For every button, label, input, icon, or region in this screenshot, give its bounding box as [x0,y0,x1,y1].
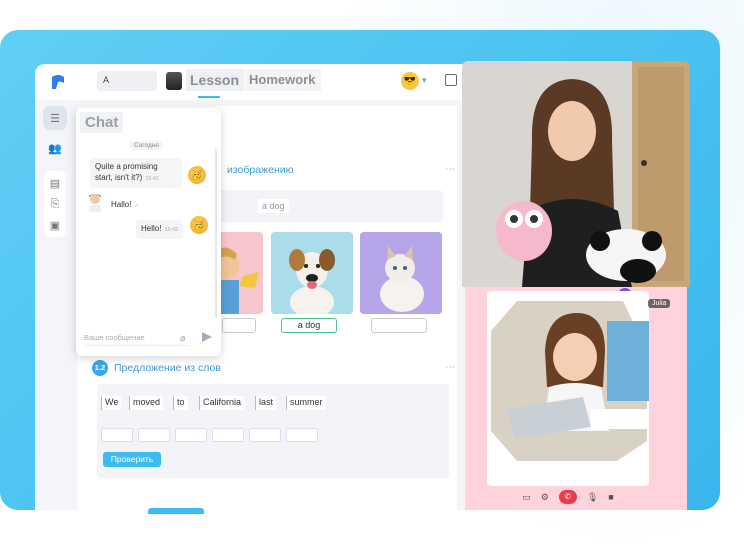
exercise2-title: Предложение из слов [114,362,221,374]
search-input[interactable]: А [97,71,157,91]
answer-field-3[interactable] [371,318,427,333]
message-time: ✓ [134,203,140,209]
chat-message: Hello! 15:42 [136,220,184,239]
next-button[interactable] [148,508,204,514]
message-time: 15:42 [164,227,179,233]
tab-lesson[interactable]: Lesson [186,69,244,91]
message-text: Hello! [141,224,162,233]
attach-icon[interactable]: ⌀ [180,333,185,344]
blank-slot[interactable] [101,428,133,442]
chevron-down-icon[interactable]: ▾ [422,75,427,86]
user-avatar[interactable]: 😎 [401,72,419,90]
student-video: Julia ▭ ⚙ ✆ 🎙 ■ [465,287,687,510]
word-chip-2[interactable]: to [173,396,188,410]
exit-icon[interactable] [445,74,457,86]
word-chip[interactable]: a dog [258,199,289,213]
student-avatar-emoji: 🥳 [190,216,208,234]
word-chip-3[interactable]: California [199,396,245,410]
blank-slot[interactable] [175,428,207,442]
tab-homework[interactable]: Homework [245,69,321,91]
image-card-cat [360,232,442,314]
left-toolbar: ☰ 👥 ▤ ⎘ ▣ [41,104,69,237]
lesson-thumbnail[interactable] [166,72,182,90]
send-icon[interactable] [202,332,212,342]
teacher-avatar [86,192,104,212]
message-time: 15:41 [145,176,160,182]
active-tab-indicator [198,96,220,98]
message-text: Hallo! [111,200,132,209]
participant-name-tag: Julia [648,299,671,308]
chat-message-input[interactable]: Ваше сообщение [84,330,190,346]
chat-panel: Chat Сегодня Quite a promising start, is… [76,108,221,356]
chat-message: Quite a promising start, isn't it?) 15:41 [90,158,182,188]
blank-slot[interactable] [286,428,318,442]
camera-icon[interactable]: ■ [608,492,613,502]
word-chip-1[interactable]: moved [129,396,164,410]
exercise1-title: изображению [227,164,294,176]
blank-slot[interactable] [249,428,281,442]
microphone-icon[interactable]: 🎙 [587,492,598,503]
exercise2-number: 1.2 [92,360,108,376]
student-avatar-emoji: 🥳 [188,166,206,184]
word-chip-0[interactable]: We [101,396,122,410]
chat-scrollbar[interactable] [215,148,217,318]
teacher-video [462,61,690,287]
call-controls: ▭ ⚙ ✆ 🎙 ■ [487,487,649,507]
menu-icon[interactable]: ☰ [43,106,67,130]
notes-icon[interactable]: ▣ [43,213,67,237]
chat-message: Hallo! ✓ [106,196,145,215]
blank-slot[interactable] [138,428,170,442]
chat-title: Chat [80,112,124,133]
screen-share-icon[interactable]: ▭ [522,492,531,503]
app-logo[interactable] [49,73,67,91]
exercise2-more-icon[interactable]: ⋯ [445,362,456,373]
sentence-builder: We moved to California last summer Прове… [97,384,449,478]
answer-field-1[interactable] [222,318,256,333]
hangup-button[interactable]: ✆ [558,490,577,504]
word-chip-4[interactable]: last [255,396,277,410]
top-bar: А Lesson Homework 😎 ▾ [35,64,465,100]
exercise1-more-icon[interactable]: ⋯ [445,164,456,175]
tools-panel: ▤ ⎘ ▣ [44,171,66,237]
answer-field-2[interactable]: a dog [281,318,337,333]
blank-slot[interactable] [212,428,244,442]
check-button[interactable]: Проверить [103,452,161,467]
settings-gear-icon[interactable]: ⚙ [541,492,549,503]
image-card-dog [271,232,353,314]
student-camera-frame [487,291,649,486]
image-card-child [215,232,263,314]
users-icon[interactable]: 👥 [43,136,67,160]
chat-date-separator: Сегодня [130,141,163,150]
word-chip-5[interactable]: summer [286,396,326,410]
